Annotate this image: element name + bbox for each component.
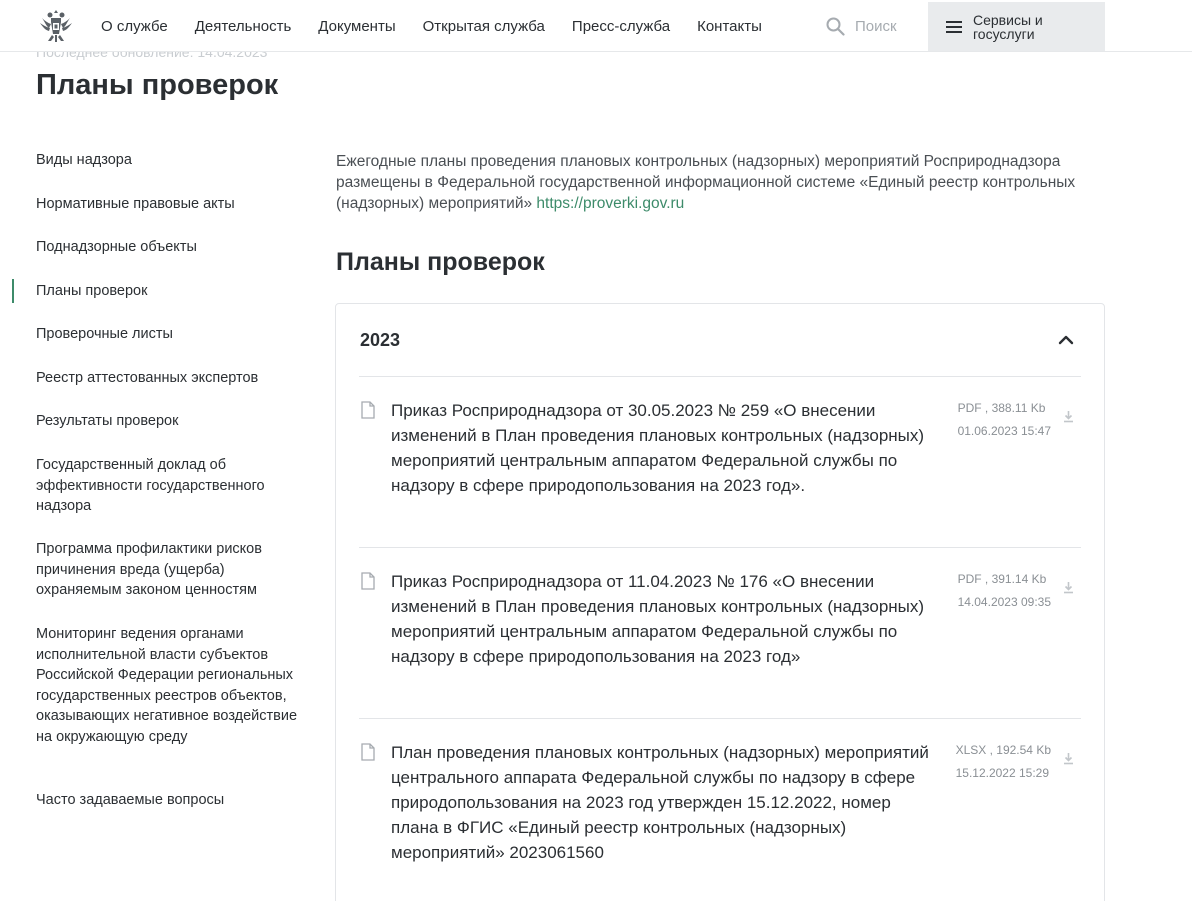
nav-documents[interactable]: Документы (318, 18, 395, 35)
document-title-link[interactable]: Приказ Росприроднадзора от 30.05.2023 № … (391, 398, 941, 498)
sidebar-item-experts-registry[interactable]: Реестр аттестованных экспертов (0, 368, 300, 389)
nav-press[interactable]: Пресс-служба (572, 18, 670, 35)
document-item: Приказ Росприроднадзора от 30.05.2023 № … (359, 377, 1081, 548)
accordion-header[interactable]: 2023 (359, 304, 1081, 377)
document-meta: PDF , 388.11 Kb 01.06.2023 15:47 (958, 397, 1051, 443)
sidebar-item-legal-acts[interactable]: Нормативные правовые акты (0, 194, 300, 215)
sidebar-item-inspection-plans[interactable]: Планы проверок (0, 279, 300, 303)
nav-activity[interactable]: Деятельность (195, 18, 292, 35)
sidebar-item-faq[interactable]: Часто задаваемые вопросы (0, 790, 300, 811)
document-title-link[interactable]: План проведения плановых контрольных (на… (391, 740, 941, 865)
document-item: План проведения плановых контрольных (на… (359, 719, 1081, 899)
download-icon[interactable] (1063, 752, 1074, 765)
search-label: Поиск (855, 17, 897, 35)
document-format: XLSX , 192.54 Kb (955, 743, 1051, 757)
document-item: Приказ Росприроднадзора от 11.04.2023 № … (359, 548, 1081, 719)
file-icon (361, 743, 375, 761)
page-title: Планы проверок (36, 69, 279, 101)
proverki-link[interactable]: https://proverki.gov.ru (536, 195, 684, 212)
intro-text: Ежегодные планы проведения плановых конт… (336, 153, 1076, 212)
sidebar-item-supervision-types[interactable]: Виды надзора (0, 150, 300, 171)
nav-contacts[interactable]: Контакты (697, 18, 762, 35)
file-icon (361, 572, 375, 590)
sidebar-item-inspection-results[interactable]: Результаты проверок (0, 411, 300, 432)
sidebar-item-supervised-objects[interactable]: Поднадзорные объекты (0, 237, 300, 258)
document-meta: XLSX , 192.54 Kb 15.12.2022 15:29 (956, 739, 1051, 785)
section-title: Планы проверок (336, 248, 545, 276)
nav-open-service[interactable]: Открытая служба (423, 18, 545, 35)
document-format: PDF , 388.11 Kb (957, 401, 1046, 415)
sidebar-item-monitoring[interactable]: Мониторинг ведения органами исполнительн… (0, 624, 300, 747)
sidebar-item-prevention-program[interactable]: Программа профилактики рисков причинения… (0, 539, 290, 601)
search-button[interactable]: Поиск (826, 0, 897, 52)
download-icon[interactable] (1063, 581, 1074, 594)
accordion-year: 2023 (360, 330, 401, 350)
menu-icon (946, 20, 962, 33)
document-title-link[interactable]: Приказ Росприроднадзора от 11.04.2023 № … (391, 569, 941, 669)
site-header: О службе Деятельность Документы Открытая… (0, 0, 1192, 52)
intro-paragraph: Ежегодные планы проведения плановых конт… (336, 151, 1096, 214)
chevron-up-icon[interactable] (1058, 333, 1074, 345)
document-date: 15.12.2022 15:29 (955, 766, 1050, 780)
sidebar-item-state-report[interactable]: Государственный доклад об эффективности … (0, 455, 290, 517)
document-date: 01.06.2023 15:47 (957, 424, 1051, 438)
coat-of-arms-logo[interactable] (36, 6, 76, 46)
sidebar-item-checklists[interactable]: Проверочные листы (0, 324, 300, 345)
document-format: PDF , 391.14 Kb (957, 572, 1047, 586)
search-icon (826, 17, 845, 36)
document-date: 14.04.2023 09:35 (957, 595, 1051, 609)
services-label: Сервисы и госуслуги (973, 11, 1043, 42)
nav-about[interactable]: О службе (101, 18, 168, 35)
main-nav: О службе Деятельность Документы Открытая… (101, 0, 789, 52)
services-menu-button[interactable]: Сервисы и госуслуги (928, 2, 1105, 51)
file-icon (361, 401, 375, 419)
download-icon[interactable] (1063, 410, 1074, 423)
year-accordion: 2023 Приказ Росприроднадзора от 30.05.20… (335, 303, 1105, 901)
document-meta: PDF , 391.14 Kb 14.04.2023 09:35 (958, 568, 1051, 614)
